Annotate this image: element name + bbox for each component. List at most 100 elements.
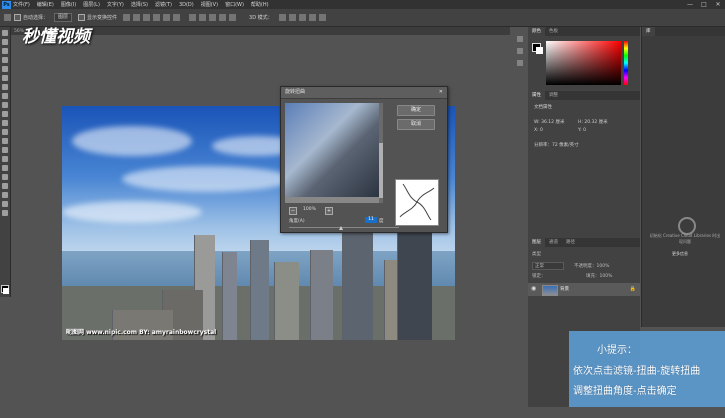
layer-row[interactable]: ◉ 背景 🔒 (528, 283, 640, 296)
quick-select-tool-icon[interactable] (2, 57, 8, 63)
twirl-preview[interactable] (285, 103, 383, 203)
history-brush-tool-icon[interactable] (2, 111, 8, 117)
minimize-button[interactable]: — (683, 0, 697, 9)
eraser-tool-icon[interactable] (2, 120, 8, 126)
distribute-middle-icon[interactable] (199, 14, 207, 21)
align-left-icon[interactable] (153, 14, 161, 21)
close-window-button[interactable]: ✕ (711, 0, 725, 9)
zoom-in-button[interactable]: + (325, 207, 333, 215)
gradient-tool-icon[interactable] (2, 129, 8, 135)
hue-slider[interactable] (624, 41, 628, 85)
scrollbar-thumb[interactable] (379, 143, 383, 198)
show-transform-checkbox[interactable]: 显示变换控件 (78, 14, 117, 21)
tab-adjustments[interactable]: 调整 (545, 91, 562, 100)
auto-select-checkbox[interactable]: 自动选择： (14, 14, 48, 21)
auto-select-dropdown[interactable]: 图层 (54, 13, 73, 22)
align-bottom-icon[interactable] (143, 14, 151, 21)
ok-button[interactable]: 确定 (397, 105, 435, 116)
maximize-button[interactable]: □ (697, 0, 711, 9)
type-tool-icon[interactable] (2, 165, 8, 171)
distribute-left-icon[interactable] (219, 14, 227, 21)
3d-mode-label: 3D 模式： (249, 15, 273, 21)
move-tool-icon[interactable] (4, 14, 11, 21)
layer-kind-filter[interactable]: 类型 (532, 251, 541, 257)
healing-brush-tool-icon[interactable] (2, 84, 8, 90)
menu-3d[interactable]: 3D(D) (179, 2, 194, 8)
edit-toolbar-icon[interactable] (2, 210, 8, 216)
angle-slider-thumb[interactable] (339, 226, 343, 230)
tab-libraries[interactable]: 库 (642, 27, 655, 36)
menu-view[interactable]: 视图(V) (201, 1, 218, 8)
distribute-bottom-icon[interactable] (209, 14, 217, 21)
eyedropper-tool-icon[interactable] (2, 75, 8, 81)
menu-filter[interactable]: 滤镜(T) (155, 1, 172, 8)
lasso-tool-icon[interactable] (2, 48, 8, 54)
brush-tool-icon[interactable] (2, 93, 8, 99)
menu-layer[interactable]: 图层(L) (83, 1, 100, 8)
shape-tool-icon[interactable] (2, 183, 8, 189)
dodge-tool-icon[interactable] (2, 147, 8, 153)
tools-panel (0, 27, 11, 297)
distribute-right-icon[interactable] (229, 14, 237, 21)
dialog-title: 旋转扭曲 (285, 89, 306, 95)
angle-input[interactable]: 11 (365, 217, 377, 223)
angle-slider[interactable] (289, 227, 399, 228)
menu-edit[interactable]: 编辑(E) (37, 1, 54, 8)
menu-window[interactable]: 窗口(W) (225, 1, 244, 8)
distribute-top-icon[interactable] (189, 14, 197, 21)
crop-tool-icon[interactable] (2, 66, 8, 72)
cancel-button[interactable]: 取消 (397, 119, 435, 130)
color-picker-field[interactable] (546, 41, 621, 85)
preview-scrollbar[interactable] (379, 103, 383, 203)
tab-layers[interactable]: 图层 (528, 238, 545, 247)
menu-file[interactable]: 文件(F) (13, 1, 30, 8)
tab-channels[interactable]: 通道 (545, 238, 562, 247)
blur-tool-icon[interactable] (2, 138, 8, 144)
clone-stamp-tool-icon[interactable] (2, 102, 8, 108)
align-center-icon[interactable] (163, 14, 171, 21)
align-middle-icon[interactable] (133, 14, 141, 21)
menu-type[interactable]: 文字(Y) (107, 1, 124, 8)
dialog-close-button[interactable]: ✕ (435, 87, 443, 98)
background-color-chip[interactable] (536, 47, 543, 54)
menu-bar: Ps 文件(F) 编辑(E) 图像(I) 图层(L) 文字(Y) 选择(S) 滤… (0, 0, 725, 9)
tip-overlay: 小提示： 依次点击滤镜-扭曲-旋转扭曲 调整扭曲角度-点击确定 (569, 331, 725, 407)
marquee-tool-icon[interactable] (2, 39, 8, 45)
menu-select[interactable]: 选择(S) (131, 1, 148, 8)
tab-swatches[interactable]: 色板 (545, 27, 562, 36)
brush-panel-icon[interactable] (517, 60, 523, 66)
zoom-tool-icon[interactable] (2, 201, 8, 207)
zoom-out-button[interactable]: − (289, 207, 297, 215)
image-credit-text: 昵图网 www.nipic.com BY: amyrainbowcrystal (66, 329, 217, 336)
properties-panel-icon[interactable] (517, 48, 523, 54)
tab-paths[interactable]: 路径 (562, 238, 579, 247)
lock-icon[interactable]: 🔒 (630, 286, 636, 292)
color-panel-tabs: 颜色 色板 (528, 27, 640, 36)
tab-properties[interactable]: 属性 (528, 91, 545, 100)
align-right-icon[interactable] (173, 14, 181, 21)
history-panel-icon[interactable] (517, 36, 523, 42)
blend-mode-dropdown[interactable]: 正常 (532, 262, 564, 270)
path-select-tool-icon[interactable] (2, 174, 8, 180)
menu-help[interactable]: 帮助(H) (251, 1, 269, 8)
hand-tool-icon[interactable] (2, 192, 8, 198)
3d-slide-icon[interactable] (308, 14, 316, 21)
dialog-title-bar[interactable]: 旋转扭曲 ✕ (281, 87, 447, 99)
opacity-field[interactable]: 不透明度：100% (574, 263, 609, 269)
3d-rotate-icon[interactable] (278, 14, 286, 21)
auto-select-label: 自动选择： (23, 15, 49, 21)
menu-image[interactable]: 图像(I) (61, 1, 76, 8)
fill-field[interactable]: 填充：100% (586, 273, 612, 279)
background-color-swatch[interactable] (3, 288, 9, 294)
3d-roll-icon[interactable] (288, 14, 296, 21)
pen-tool-icon[interactable] (2, 156, 8, 162)
more-info-link[interactable]: 更多信息 (672, 251, 688, 257)
zoom-level: 100% (303, 207, 316, 212)
preview-image (285, 103, 379, 197)
3d-scale-icon[interactable] (318, 14, 326, 21)
tab-color[interactable]: 颜色 (528, 27, 545, 36)
move-tool-icon[interactable] (2, 30, 8, 36)
3d-drag-icon[interactable] (298, 14, 306, 21)
align-top-icon[interactable] (123, 14, 131, 21)
visibility-eye-icon[interactable]: ◉ (531, 285, 536, 292)
